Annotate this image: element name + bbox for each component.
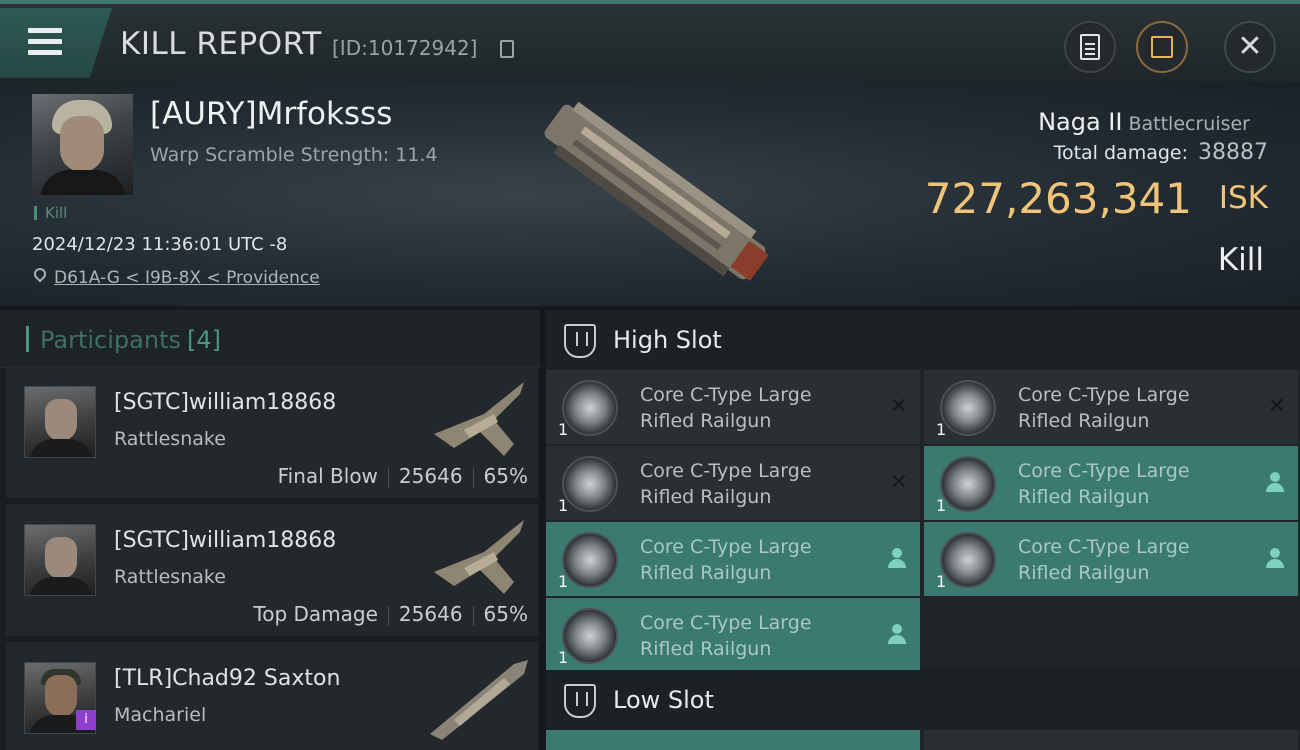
pilot-icon bbox=[1266, 472, 1284, 492]
fittings-panel: High Slot 1 Core C-Type Large Rifled Rail… bbox=[546, 310, 1300, 750]
participant-ship-image bbox=[434, 520, 524, 594]
x-icon: ✕ bbox=[1267, 394, 1286, 419]
railgun-icon bbox=[562, 456, 618, 512]
participant-damage: 25646 bbox=[398, 602, 463, 626]
participant-row[interactable]: [SGTC]william18868 Rattlesnake Top Damag… bbox=[6, 504, 538, 636]
slot-icon bbox=[564, 324, 596, 358]
railgun-icon bbox=[940, 380, 996, 436]
isk-value: 727,263,341 bbox=[924, 174, 1192, 223]
module-qty: 1 bbox=[558, 496, 569, 515]
victim-panel: [AURY]Mrfoksss Warp Scramble Strength: 1… bbox=[0, 82, 1300, 306]
kill-result: Kill bbox=[1217, 242, 1264, 278]
participant-row[interactable]: [SGTC]william18868 Rattlesnake Final Blo… bbox=[6, 366, 538, 498]
module-name: Core C-Type Large Rifled Railgun bbox=[640, 460, 812, 508]
module-qty: 1 bbox=[558, 648, 569, 667]
participant-stats: Top Damage 25646 65% bbox=[253, 602, 528, 626]
module-item[interactable]: 1 Core C-Type Large Rifled Railgun ✕ bbox=[546, 370, 920, 444]
menu-button[interactable] bbox=[0, 8, 112, 78]
pilot-icon bbox=[888, 624, 906, 644]
victim-name[interactable]: [AURY]Mrfoksss bbox=[150, 96, 392, 132]
participant-name: [TLR]Chad92 Saxton bbox=[114, 666, 341, 691]
module-name: Core C-Type Large Rifled Railgun bbox=[640, 384, 812, 432]
victim-ship-image[interactable] bbox=[520, 92, 790, 292]
module-item[interactable]: 1 Core C-Type Large Rifled Railgun ✕ bbox=[924, 370, 1298, 444]
report-id: [ID:10172942] bbox=[332, 36, 478, 60]
high-slot-title: High Slot bbox=[613, 326, 722, 354]
module-name: Core C-Type Large Rifled Railgun bbox=[1018, 460, 1190, 508]
participant-ship: Rattlesnake bbox=[114, 566, 226, 588]
low-slot-header: Low Slot bbox=[546, 670, 1300, 730]
module-qty: 1 bbox=[936, 420, 947, 439]
clipboard-button[interactable] bbox=[1064, 21, 1116, 73]
participant-label: Top Damage bbox=[253, 602, 378, 626]
victim-portrait[interactable] bbox=[32, 94, 133, 195]
module-item[interactable]: 1 Core C-Type Large Rifled Railgun bbox=[546, 522, 920, 596]
share-icon bbox=[1151, 36, 1173, 58]
share-button[interactable] bbox=[1136, 21, 1188, 73]
participant-ship-image bbox=[434, 382, 524, 456]
slot-icon bbox=[564, 684, 596, 718]
module-item[interactable] bbox=[546, 730, 920, 750]
module-name: Core C-Type Large Rifled Railgun bbox=[640, 536, 812, 584]
module-qty: 1 bbox=[936, 496, 947, 515]
participants-header: Participants [4] bbox=[0, 310, 540, 368]
module-name: Core C-Type Large Rifled Railgun bbox=[640, 612, 812, 660]
total-damage-value: 38887 bbox=[1198, 140, 1268, 165]
railgun-icon bbox=[562, 608, 618, 664]
module-item[interactable] bbox=[924, 730, 1298, 750]
copy-icon[interactable] bbox=[500, 40, 514, 58]
module-qty: 1 bbox=[558, 420, 569, 439]
participant-percent: 65% bbox=[483, 464, 528, 488]
railgun-icon bbox=[562, 380, 618, 436]
module-qty: 1 bbox=[558, 572, 569, 591]
pilot-icon bbox=[1266, 548, 1284, 568]
railgun-icon bbox=[940, 532, 996, 588]
railgun-icon bbox=[562, 532, 618, 588]
module-item[interactable]: 1 Core C-Type Large Rifled Railgun bbox=[546, 598, 920, 672]
participants-count: [4] bbox=[186, 326, 221, 354]
participant-avatar[interactable] bbox=[24, 386, 96, 458]
pilot-icon bbox=[888, 548, 906, 568]
railgun-icon bbox=[940, 456, 996, 512]
participant-name: [SGTC]william18868 bbox=[114, 528, 337, 553]
participant-damage: 25646 bbox=[398, 464, 463, 488]
x-icon: ✕ bbox=[889, 394, 908, 419]
participants-title: Participants [4] bbox=[40, 326, 221, 354]
high-slot-header: High Slot bbox=[546, 310, 1300, 370]
title-bar: KILL REPORT [ID:10172942] ✕ bbox=[0, 0, 1300, 82]
x-icon: ✕ bbox=[889, 470, 908, 495]
ship-class: Battlecruiser bbox=[1128, 113, 1250, 135]
isk-unit: ISK bbox=[1218, 180, 1268, 216]
menu-icon bbox=[28, 28, 62, 56]
participant-ship-image bbox=[430, 660, 528, 740]
participant-stats: Final Blow 25646 65% bbox=[278, 464, 528, 488]
location-link[interactable]: D61A-G < I9B-8X < Providence bbox=[54, 268, 320, 288]
kill-timestamp: 2024/12/23 11:36:01 UTC -8 bbox=[32, 234, 288, 255]
module-item[interactable]: 1 Core C-Type Large Rifled Railgun ✕ bbox=[546, 446, 920, 520]
faction-badge: i bbox=[76, 710, 96, 730]
clipboard-icon bbox=[1080, 34, 1100, 60]
participant-avatar[interactable] bbox=[24, 524, 96, 596]
module-item[interactable]: 1 Core C-Type Large Rifled Railgun bbox=[924, 522, 1298, 596]
participant-label: Final Blow bbox=[277, 464, 378, 488]
participant-ship: Machariel bbox=[114, 704, 207, 726]
warp-scramble-strength: Warp Scramble Strength: 11.4 bbox=[150, 144, 438, 166]
participant-percent: 65% bbox=[483, 602, 528, 626]
module-item[interactable]: 1 Core C-Type Large Rifled Railgun bbox=[924, 446, 1298, 520]
location-pin-icon bbox=[31, 265, 49, 283]
module-qty: 1 bbox=[936, 572, 947, 591]
total-damage: Total damage: 38887 bbox=[1053, 140, 1268, 165]
participant-ship: Rattlesnake bbox=[114, 428, 226, 450]
low-slot-title: Low Slot bbox=[613, 686, 714, 714]
participant-name: [SGTC]william18868 bbox=[114, 390, 337, 415]
page-title: KILL REPORT bbox=[120, 26, 322, 62]
module-name: Core C-Type Large Rifled Railgun bbox=[1018, 536, 1190, 584]
module-name: Core C-Type Large Rifled Railgun bbox=[1018, 384, 1190, 432]
close-icon: ✕ bbox=[1237, 29, 1263, 64]
victim-ship-name[interactable]: Naga II Battlecruiser bbox=[1038, 108, 1250, 136]
participant-row[interactable]: i [TLR]Chad92 Saxton Machariel bbox=[6, 642, 538, 750]
close-button[interactable]: ✕ bbox=[1224, 21, 1276, 73]
kill-tag: Kill bbox=[34, 206, 67, 221]
